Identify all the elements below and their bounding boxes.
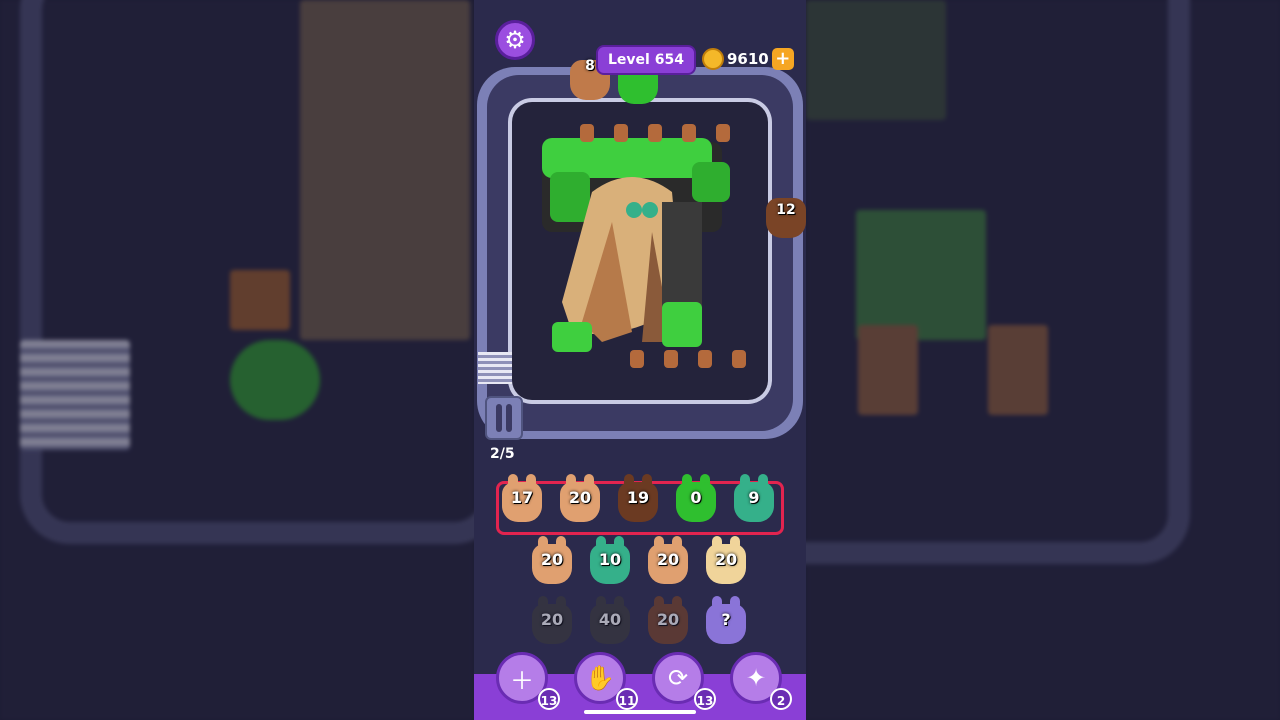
stump-block [698,350,712,368]
grid-critter[interactable]: 20 [530,596,574,646]
moss-right [662,302,702,347]
slot-critter[interactable]: 20 [558,474,602,524]
slot-critter[interactable]: 0 [674,474,718,524]
critter-count: 20 [568,488,592,507]
critter-count: 20 [656,610,680,629]
moss-left [552,322,592,352]
background-right [686,0,1280,720]
critter-count: 0 [690,488,702,507]
stump-block [716,124,730,142]
stump-block [648,124,662,142]
critter-count: 17 [510,488,534,507]
stump-block [614,124,628,142]
canopy-right [692,162,730,202]
level-label: Level 654 [596,45,696,75]
background-stripes [20,340,130,450]
slot-critter[interactable]: 17 [500,474,544,524]
critter-count: 20 [714,550,738,569]
stump-block [664,350,678,368]
critter-count: ? [721,610,731,629]
background-trunk [988,325,1048,415]
track-critter: 12 [764,190,806,240]
background-critter [230,340,320,420]
critter-count: 20 [656,550,680,569]
background-pixels [856,210,986,340]
stump-block [580,124,594,142]
coin-icon [702,48,724,70]
shuffle-icon: ⟳ [667,664,689,692]
gear-icon: ⚙ [504,26,526,54]
booster-count: 13 [694,688,716,710]
queue-gate [478,352,512,384]
background-left [0,0,504,720]
eye-left [626,202,642,218]
eye-right [642,202,658,218]
hand-icon: ✋ [585,664,615,692]
critter-count: 20 [540,550,564,569]
background-pixels [300,0,470,340]
critter-count: 9 [748,488,760,507]
background-pixels [806,0,946,120]
canopy-left [550,172,590,222]
grid-critter[interactable]: 20 [704,536,748,586]
grid-critter[interactable]: 40 [588,596,632,646]
critter-count: 40 [598,610,622,629]
critter-count: 19 [626,488,650,507]
vacuum-icon: ✦ [745,664,767,692]
stump-block [630,350,644,368]
slot-critter[interactable]: 19 [616,474,660,524]
grid-critter[interactable]: 20 [530,536,574,586]
game-screen: 2/5 8 12 ⚙ Level 654 9610 + 17 20 19 0 9 20 1… [474,0,806,720]
background-trunk [230,270,290,330]
queue-count: 2/5 [490,446,515,462]
queue-slot[interactable] [485,396,523,440]
critter-count: 20 [540,610,564,629]
stump-block [732,350,746,368]
add-slot-icon: ＋ [510,666,534,695]
booster-count: 11 [616,688,638,710]
queue-bar [496,404,502,432]
grid-critter[interactable]: ? [704,596,748,646]
home-indicator [584,710,696,714]
settings-button[interactable]: ⚙ [495,20,535,60]
critter-count: 10 [598,550,622,569]
coin-value: 9610 [727,50,769,68]
queue-bar [506,404,512,432]
coin-counter: 9610 + [702,46,794,72]
critter-count: 12 [776,202,796,218]
add-coins-button[interactable]: + [771,48,794,70]
grid-critter[interactable]: 20 [646,596,690,646]
slot-critter[interactable]: 9 [732,474,776,524]
stump-block [682,124,696,142]
booster-count: 13 [538,688,560,710]
background-trunk [858,325,918,415]
grid-critter[interactable]: 20 [646,536,690,586]
grid-critter[interactable]: 10 [588,536,632,586]
booster-count: 2 [770,688,792,710]
